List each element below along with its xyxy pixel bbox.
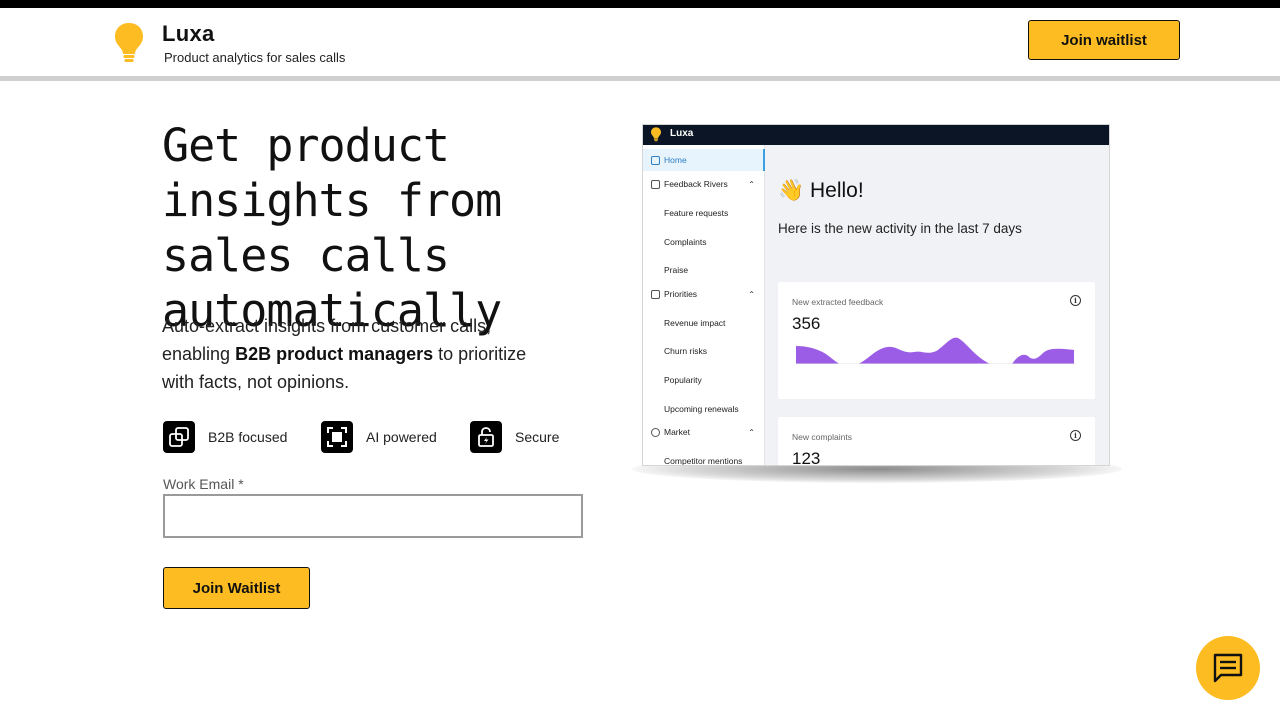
brand-name[interactable]: Luxa — [162, 21, 215, 47]
top-black-bar — [0, 0, 1280, 8]
header-divider — [0, 76, 1280, 81]
chat-button[interactable] — [1196, 636, 1260, 700]
sidebar-item-label: Home — [664, 155, 687, 165]
app-main-panel: 👋 Hello! Here is the new activity in the… — [766, 145, 1109, 466]
stat-card-complaints: New complaints 123 i — [778, 417, 1095, 466]
greeting: 👋 Hello! — [778, 179, 864, 203]
info-icon: i — [1070, 295, 1081, 306]
sidebar-item-priorities: Priorities ⌃ — [643, 283, 765, 305]
feature-label: Secure — [515, 429, 560, 445]
sidebar-item-upcoming-renewals: Upcoming renewals — [643, 398, 765, 420]
sidebar-item-home: Home — [643, 149, 765, 171]
email-field-label: Work Email * — [163, 476, 244, 492]
hero-title: Get product insights from sales calls au… — [162, 119, 502, 337]
sidebar-item-label: Competitor mentions — [664, 456, 743, 466]
app-top-bar: Luxa — [643, 125, 1109, 145]
waving-hand-icon: 👋 — [778, 179, 805, 202]
feature-label: B2B focused — [208, 429, 288, 445]
lightbulb-logo-icon — [651, 127, 661, 142]
activity-subtitle: Here is the new activity in the last 7 d… — [778, 221, 1022, 236]
lightbulb-logo-icon[interactable] — [113, 22, 145, 64]
sidebar-item-market: Market ⌃ — [643, 421, 765, 443]
card-label: New complaints — [792, 432, 852, 442]
join-waitlist-header-button[interactable]: Join waitlist — [1028, 20, 1180, 60]
feedback-sparkline — [796, 337, 1076, 364]
hero-description-highlight: B2B product managers — [235, 344, 434, 364]
chevron-up-icon: ⌃ — [748, 427, 755, 437]
feature-ai-powered: AI powered — [321, 421, 437, 453]
chat-message-icon — [1213, 653, 1243, 683]
chevron-up-icon: ⌃ — [748, 179, 755, 189]
sidebar-item-popularity: Popularity — [643, 369, 765, 391]
sidebar-item-label: Feature requests — [664, 208, 729, 218]
chevron-up-icon: ⌃ — [748, 289, 755, 299]
sidebar-item-label: Upcoming renewals — [664, 404, 739, 414]
card-value: 123 — [792, 449, 821, 466]
sidebar-item-feedback-rivers: Feedback Rivers ⌃ — [643, 173, 765, 195]
feature-label: AI powered — [366, 429, 437, 445]
feature-b2b-focused: B2B focused — [163, 421, 287, 453]
sidebar-item-feature-requests: Feature requests — [643, 202, 765, 224]
sidebar-item-label: Feedback Rivers — [664, 179, 728, 189]
sidebar-item-complaints: Complaints — [643, 231, 765, 253]
sidebar-item-label: Market — [664, 427, 690, 437]
sidebar-item-label: Revenue impact — [664, 318, 726, 328]
join-waitlist-button[interactable]: Join Waitlist — [163, 567, 310, 609]
hero-description: Auto-extract insights from customer call… — [162, 312, 562, 396]
sidebar-item-label: Priorities — [664, 289, 698, 299]
focus-square-icon — [321, 421, 353, 453]
sidebar-item-label: Churn risks — [664, 346, 707, 356]
grid-icon — [651, 179, 660, 189]
lock-icon — [470, 421, 502, 453]
sidebar-item-competitor-mentions: Competitor mentions — [643, 450, 765, 466]
edit-icon — [651, 155, 660, 165]
app-brand-name: Luxa — [670, 128, 694, 139]
feature-secure: Secure — [470, 421, 559, 453]
sidebar-item-praise: Praise — [643, 259, 765, 281]
sidebar-item-churn-risks: Churn risks — [643, 340, 765, 362]
greeting-text: Hello! — [810, 179, 864, 202]
info-icon: i — [1070, 430, 1081, 441]
product-screenshot: Luxa Home Feedback Rivers ⌃ Feature requ… — [642, 124, 1110, 466]
sidebar-item-revenue-impact: Revenue impact — [643, 312, 765, 334]
check-circle-icon — [651, 427, 660, 437]
brand-tagline: Product analytics for sales calls — [164, 50, 346, 65]
overlapping-squares-icon — [163, 421, 195, 453]
email-field[interactable] — [163, 494, 583, 538]
list-icon — [651, 289, 660, 299]
sidebar-item-label: Praise — [664, 265, 689, 275]
card-label: New extracted feedback — [792, 297, 884, 307]
card-value: 356 — [792, 314, 821, 333]
sidebar-item-label: Complaints — [664, 237, 707, 247]
app-sidebar: Home Feedback Rivers ⌃ Feature requests … — [643, 145, 765, 466]
stat-card-extracted-feedback: New extracted feedback 356 i — [778, 282, 1095, 399]
sidebar-item-label: Popularity — [664, 375, 702, 385]
